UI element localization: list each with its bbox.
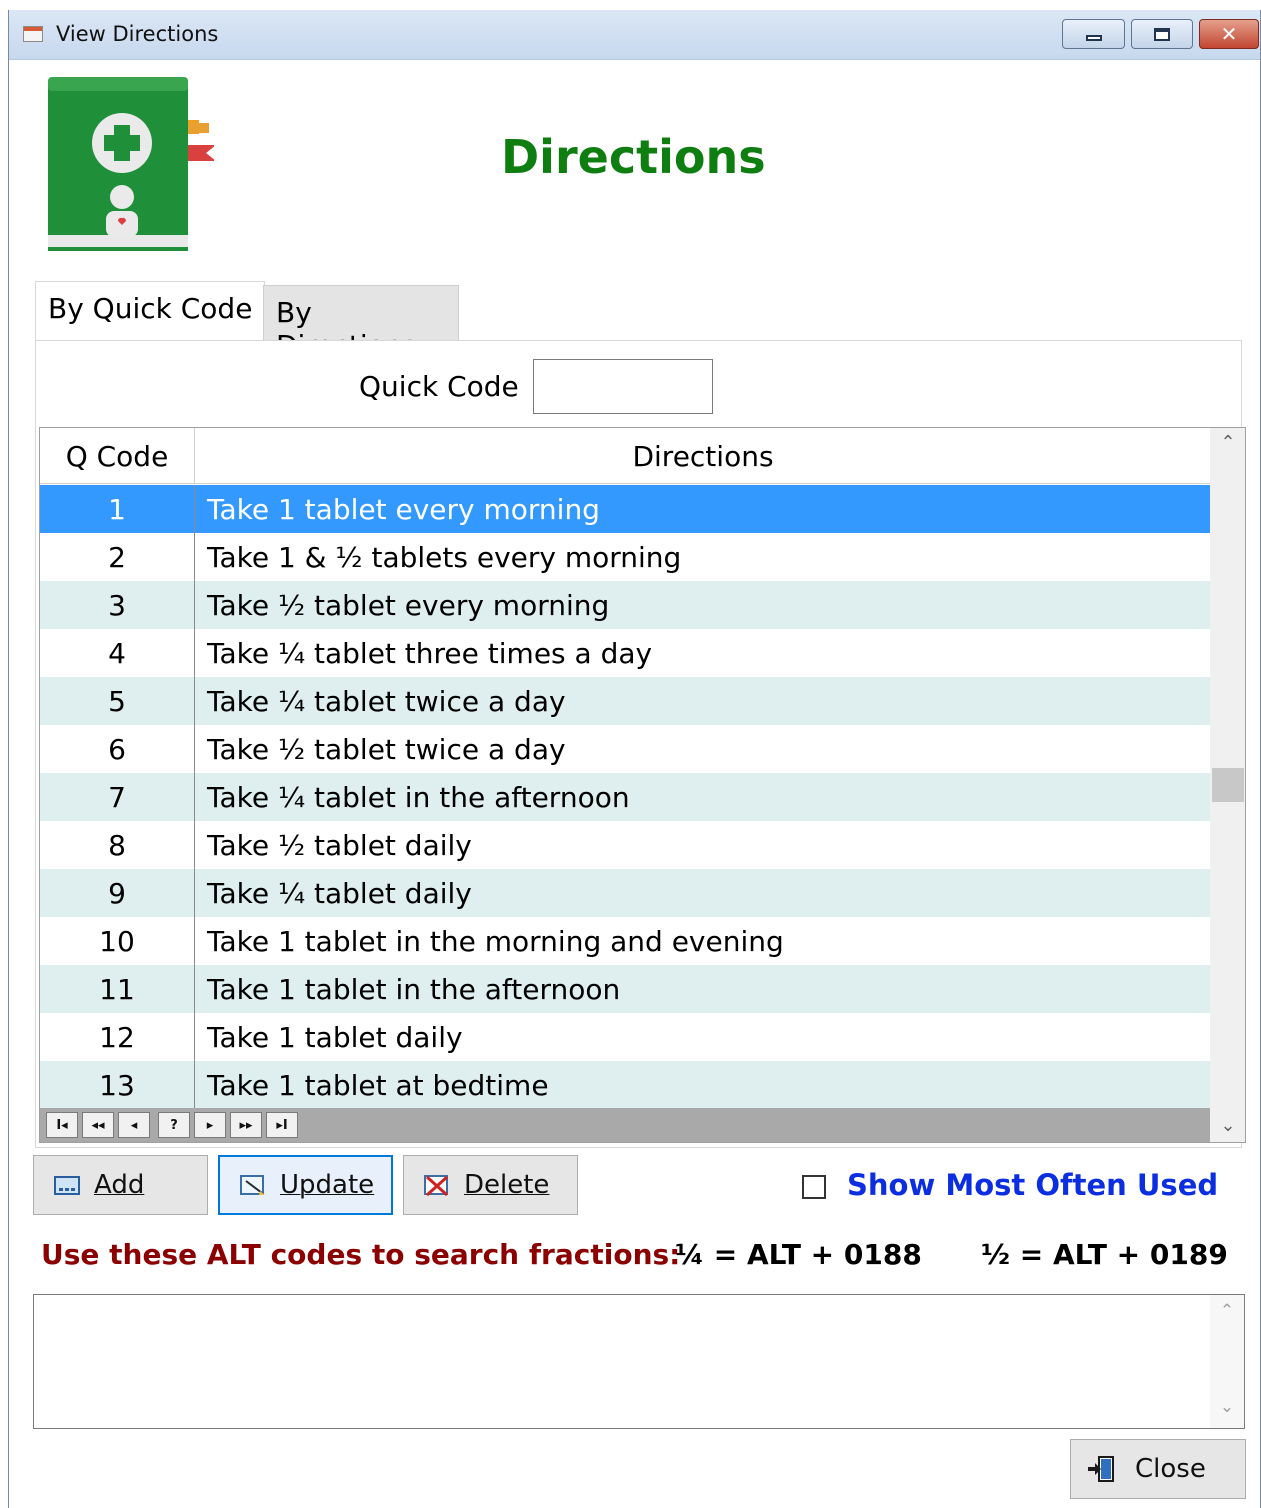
maximize-icon [1154,27,1170,41]
maximize-button[interactable] [1131,19,1193,49]
q-code-cell: 7 [40,773,195,821]
nav-goto-button[interactable]: ? [158,1112,190,1138]
notes-textarea[interactable]: ⌃ ⌄ [33,1294,1245,1429]
scroll-up-icon[interactable]: ⌃ [1210,432,1245,462]
alt-code-half: ½ = ALT + 0189 [981,1238,1228,1271]
q-code-cell: 9 [40,869,195,917]
direction-cell: Take ½ tablet daily [207,828,472,862]
direction-cell: Take 1 & ½ tablets every morning [207,540,682,574]
minimize-icon [1085,35,1102,41]
close-button[interactable]: Close [1070,1439,1246,1499]
direction-cell: Take 1 tablet in the afternoon [207,972,621,1006]
direction-cell: Take 1 tablet daily [207,1020,463,1054]
update-button[interactable]: Update [218,1155,393,1215]
direction-cell: Take ¼ tablet in the afternoon [207,780,630,814]
table-row[interactable]: 13 Take 1 tablet at bedtime [40,1061,1210,1109]
view-directions-window: View Directions ✕ Directions By Quick Co… [8,10,1261,1508]
table-row[interactable]: 12 Take 1 tablet daily [40,1013,1210,1061]
nav-next-page-button[interactable]: ▸▸ [230,1112,262,1138]
add-icon [54,1176,80,1195]
vertical-scrollbar[interactable]: ⌃ [1210,428,1245,1108]
q-code-cell: 11 [40,965,195,1013]
delete-icon [424,1175,449,1196]
title-bar[interactable]: View Directions ✕ [9,10,1260,60]
show-most-used-checkbox[interactable] [802,1175,826,1199]
q-code-cell: 5 [40,677,195,725]
column-header-directions[interactable]: Directions [196,428,1210,484]
medical-book-icon [48,77,214,251]
table-row[interactable]: 6 Take ½ tablet twice a day [40,725,1210,773]
close-label: Close [1135,1454,1206,1484]
q-code-cell: 3 [40,581,195,629]
table-row[interactable]: 7 Take ¼ tablet in the afternoon [40,773,1210,821]
q-code-cell: 6 [40,725,195,773]
tab-by-directions[interactable]: By Directions [263,285,459,362]
q-code-cell: 13 [40,1061,195,1109]
close-window-button[interactable]: ✕ [1199,19,1259,49]
scroll-down-icon[interactable]: ⌄ [1210,1108,1245,1142]
table-row[interactable]: 1 Take 1 tablet every morning [40,485,1210,533]
q-code-cell: 2 [40,533,195,581]
direction-cell: Take 1 tablet at bedtime [207,1068,549,1102]
update-label: Update [280,1170,375,1200]
delete-label: Delete [464,1170,550,1200]
direction-cell: Take ¼ tablet twice a day [207,684,566,718]
scroll-thumb[interactable] [1212,768,1244,802]
add-button[interactable]: Add [33,1155,208,1215]
notes-scrollbar[interactable]: ⌃ ⌄ [1210,1295,1244,1428]
edit-icon [240,1175,265,1195]
q-code-cell: 8 [40,821,195,869]
table-row[interactable]: 2 Take 1 & ½ tablets every morning [40,533,1210,581]
nav-prev-button[interactable]: ◂ [118,1112,150,1138]
direction-cell: Take ¼ tablet daily [207,876,472,910]
tab-by-quick-code[interactable]: By Quick Code [35,281,265,343]
table-row[interactable]: 9 Take ¼ tablet daily [40,869,1210,917]
nav-last-button[interactable]: ▸I [266,1112,298,1138]
table-row[interactable]: 4 Take ¼ tablet three times a day [40,629,1210,677]
exit-door-icon [1088,1456,1114,1482]
column-header-q-code[interactable]: Q Code [40,428,195,484]
record-navigator: I◂ ◂◂ ◂ ? ▸ ▸▸ ▸I ⌄ [40,1108,1245,1142]
q-code-cell: 1 [40,485,195,533]
nav-first-button[interactable]: I◂ [46,1112,78,1138]
alt-codes-note: Use these ALT codes to search fractions: [41,1238,681,1271]
q-code-cell: 10 [40,917,195,965]
direction-cell: Take 1 tablet every morning [207,492,600,526]
page-title: Directions [501,130,766,184]
grid-header: Q Code Directions [40,428,1210,484]
q-code-cell: 12 [40,1013,195,1061]
notes-scroll-up-icon[interactable]: ⌃ [1210,1301,1244,1321]
nav-prev-page-button[interactable]: ◂◂ [82,1112,114,1138]
table-row[interactable]: 3 Take ½ tablet every morning [40,581,1210,629]
quick-code-label: Quick Code [359,370,519,403]
delete-button[interactable]: Delete [403,1155,578,1215]
add-label: Add [94,1170,145,1200]
table-row[interactable]: 5 Take ¼ tablet twice a day [40,677,1210,725]
alt-code-quarter: ¼ = ALT + 0188 [675,1238,922,1271]
direction-cell: Take ½ tablet twice a day [207,732,566,766]
app-icon [23,26,43,42]
nav-next-button[interactable]: ▸ [194,1112,226,1138]
direction-cell: Take 1 tablet in the morning and evening [207,924,784,958]
q-code-cell: 4 [40,629,195,677]
close-icon: ✕ [1220,22,1238,46]
table-row[interactable]: 8 Take ½ tablet daily [40,821,1210,869]
table-row[interactable]: 10 Take 1 tablet in the morning and eveni… [40,917,1210,965]
directions-grid[interactable]: Q Code Directions 1 Take 1 tablet every m… [39,427,1246,1143]
show-most-used-label[interactable]: Show Most Often Used [847,1168,1218,1202]
table-row[interactable]: 11 Take 1 tablet in the afternoon [40,965,1210,1013]
minimize-button[interactable] [1062,19,1125,49]
quick-code-input[interactable] [533,359,713,414]
direction-cell: Take ½ tablet every morning [207,588,610,622]
notes-scroll-down-icon[interactable]: ⌄ [1210,1397,1244,1417]
window-title: View Directions [56,22,219,46]
direction-cell: Take ¼ tablet three times a day [207,636,653,670]
grid-rows: 1 Take 1 tablet every morning 2 Take 1 & ½ … [40,485,1210,1109]
